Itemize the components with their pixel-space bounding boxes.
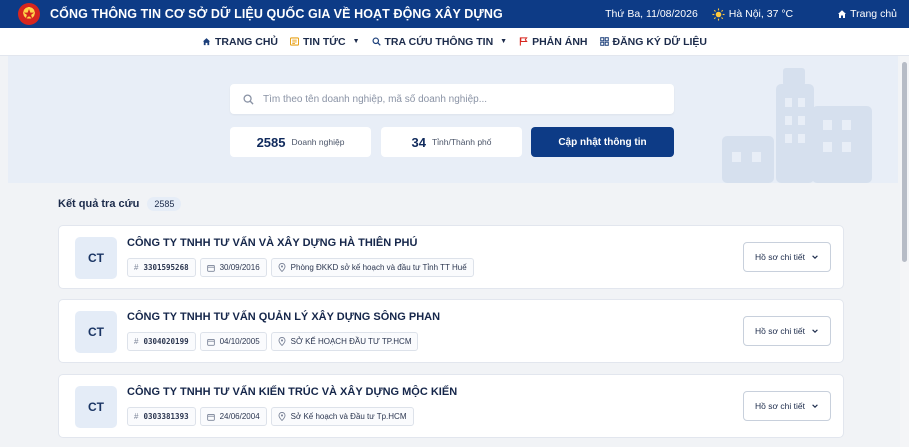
- location-pin-icon: [278, 412, 286, 421]
- nav-item-home[interactable]: TRANG CHỦ: [202, 36, 278, 48]
- grid-icon: [599, 37, 609, 46]
- chevron-down-icon: [812, 255, 818, 259]
- results-title: Kết quả tra cứu: [58, 198, 140, 210]
- national-emblem-logo: [18, 3, 40, 25]
- flag-icon: [519, 37, 528, 46]
- agency-tag: Sở Kế hoạch và Đầu tư Tp.HCM: [270, 407, 414, 426]
- chevron-down-icon: ▼: [352, 38, 360, 45]
- stat-provinces: 34 Tỉnh/Thành phố: [381, 127, 522, 157]
- news-icon: [290, 37, 300, 46]
- search-icon: [371, 37, 381, 46]
- hash-icon: #: [134, 263, 139, 272]
- scrollbar-thumb[interactable]: [902, 62, 907, 262]
- company-avatar: CT: [75, 386, 117, 428]
- location-pin-icon: [278, 263, 286, 272]
- company-avatar: CT: [75, 311, 117, 353]
- search-box[interactable]: [230, 84, 674, 114]
- result-card: CT CÔNG TY TNHH TƯ VẤN QUẢN LÝ XÂY DỰNG …: [58, 299, 844, 363]
- search-input[interactable]: [263, 93, 653, 105]
- home-icon: [838, 10, 847, 18]
- result-card: CT CÔNG TY TNHH TƯ VẤN VÀ XÂY DỰNG HÀ TH…: [58, 225, 844, 289]
- company-tags: #3301595268 30/09/2016 Phòng ĐKKD sở kế …: [127, 258, 474, 277]
- weather-widget: Hà Nội, 37 °C: [712, 7, 794, 21]
- results-count-badge: 2585: [147, 197, 182, 211]
- company-name[interactable]: CÔNG TY TNHH TƯ VẤN VÀ XÂY DỰNG HÀ THIÊN…: [127, 237, 417, 249]
- nav-item-register[interactable]: ĐĂNG KÝ DỮ LIỆU: [599, 36, 707, 48]
- company-tags: #0304020199 04/10/2005 SỞ KẾ HOẠCH ĐẦU T…: [127, 332, 419, 351]
- home-link-label: Trang chủ: [850, 8, 897, 20]
- search-icon: [243, 93, 254, 105]
- company-name[interactable]: CÔNG TY TNHH TƯ VẤN QUẢN LÝ XÂY DỰNG SÔN…: [127, 311, 440, 323]
- company-avatar: CT: [75, 237, 117, 279]
- stat-enterprises-label: Doanh nghiệp: [291, 137, 345, 147]
- calendar-icon: [206, 413, 215, 421]
- site-title: CỔNG THÔNG TIN CƠ SỞ DỮ LIỆU QUỐC GIA VỀ…: [50, 7, 503, 21]
- stat-provinces-count: 34: [411, 134, 426, 150]
- hash-icon: #: [134, 337, 139, 346]
- chevron-down-icon: [812, 404, 818, 408]
- home-icon: [202, 38, 211, 46]
- nav-item-lookup[interactable]: TRA CỨU THÔNG TIN ▼: [371, 36, 508, 48]
- stat-enterprises: 2585 Doanh nghiệp: [230, 127, 371, 157]
- hash-icon: #: [134, 412, 139, 421]
- update-info-button[interactable]: Cập nhật thông tin: [531, 127, 674, 157]
- city-buildings-illustration: [722, 68, 872, 183]
- nav-item-feedback[interactable]: PHẢN ÁNH: [519, 36, 588, 48]
- results-header: Kết quả tra cứu 2585: [58, 197, 182, 211]
- home-link[interactable]: Trang chủ: [837, 8, 897, 20]
- weather-text: Hà Nội, 37 °C: [728, 8, 794, 20]
- date-tag: 30/09/2016: [199, 258, 267, 277]
- main-nav: TRANG CHỦ TIN TỨC ▼ TRA CỨU THÔNG TIN ▼ …: [0, 28, 909, 56]
- company-tags: #0303381393 24/06/2004 Sở Kế hoạch và Đầ…: [127, 407, 414, 426]
- chevron-down-icon: ▼: [500, 38, 508, 45]
- header-info: Thứ Ba, 11/08/2026 Hà Nội, 37 °C Trang c…: [605, 0, 897, 28]
- detail-profile-label: Hồ sơ chi tiết: [755, 401, 805, 411]
- detail-profile-label: Hồ sơ chi tiết: [755, 326, 805, 336]
- detail-profile-button[interactable]: Hồ sơ chi tiết: [743, 316, 831, 346]
- top-header: CỔNG THÔNG TIN CƠ SỞ DỮ LIỆU QUỐC GIA VỀ…: [0, 0, 909, 28]
- chevron-down-icon: [812, 329, 818, 333]
- sun-icon: [712, 7, 725, 21]
- calendar-icon: [206, 264, 215, 272]
- detail-profile-label: Hồ sơ chi tiết: [755, 252, 805, 262]
- stat-provinces-label: Tỉnh/Thành phố: [431, 137, 492, 147]
- tax-code-tag: #3301595268: [127, 258, 196, 277]
- hero-search-section: 2585 Doanh nghiệp 34 Tỉnh/Thành phố Cập …: [8, 56, 898, 183]
- stat-enterprises-count: 2585: [256, 134, 286, 150]
- location-pin-icon: [278, 337, 286, 346]
- date-tag: 24/06/2004: [199, 407, 267, 426]
- tax-code-tag: #0303381393: [127, 407, 196, 426]
- company-name[interactable]: CÔNG TY TNHH TƯ VẤN KIẾN TRÚC VÀ XÂY DỰN…: [127, 386, 457, 398]
- nav-item-news[interactable]: TIN TỨC ▼: [290, 36, 360, 48]
- current-date: Thứ Ba, 11/08/2026: [605, 8, 698, 20]
- date-tag: 04/10/2005: [199, 332, 267, 351]
- detail-profile-button[interactable]: Hồ sơ chi tiết: [743, 391, 831, 421]
- tax-code-tag: #0304020199: [127, 332, 196, 351]
- result-card: CT CÔNG TY TNHH TƯ VẤN KIẾN TRÚC VÀ XÂY …: [58, 374, 844, 438]
- calendar-icon: [206, 338, 215, 346]
- detail-profile-button[interactable]: Hồ sơ chi tiết: [743, 242, 831, 272]
- agency-tag: SỞ KẾ HOẠCH ĐẦU TƯ TP.HCM: [270, 332, 419, 351]
- agency-tag: Phòng ĐKKD sở kế hoạch và đầu tư Tỉnh TT…: [270, 258, 474, 277]
- page-scrollbar[interactable]: [900, 56, 909, 447]
